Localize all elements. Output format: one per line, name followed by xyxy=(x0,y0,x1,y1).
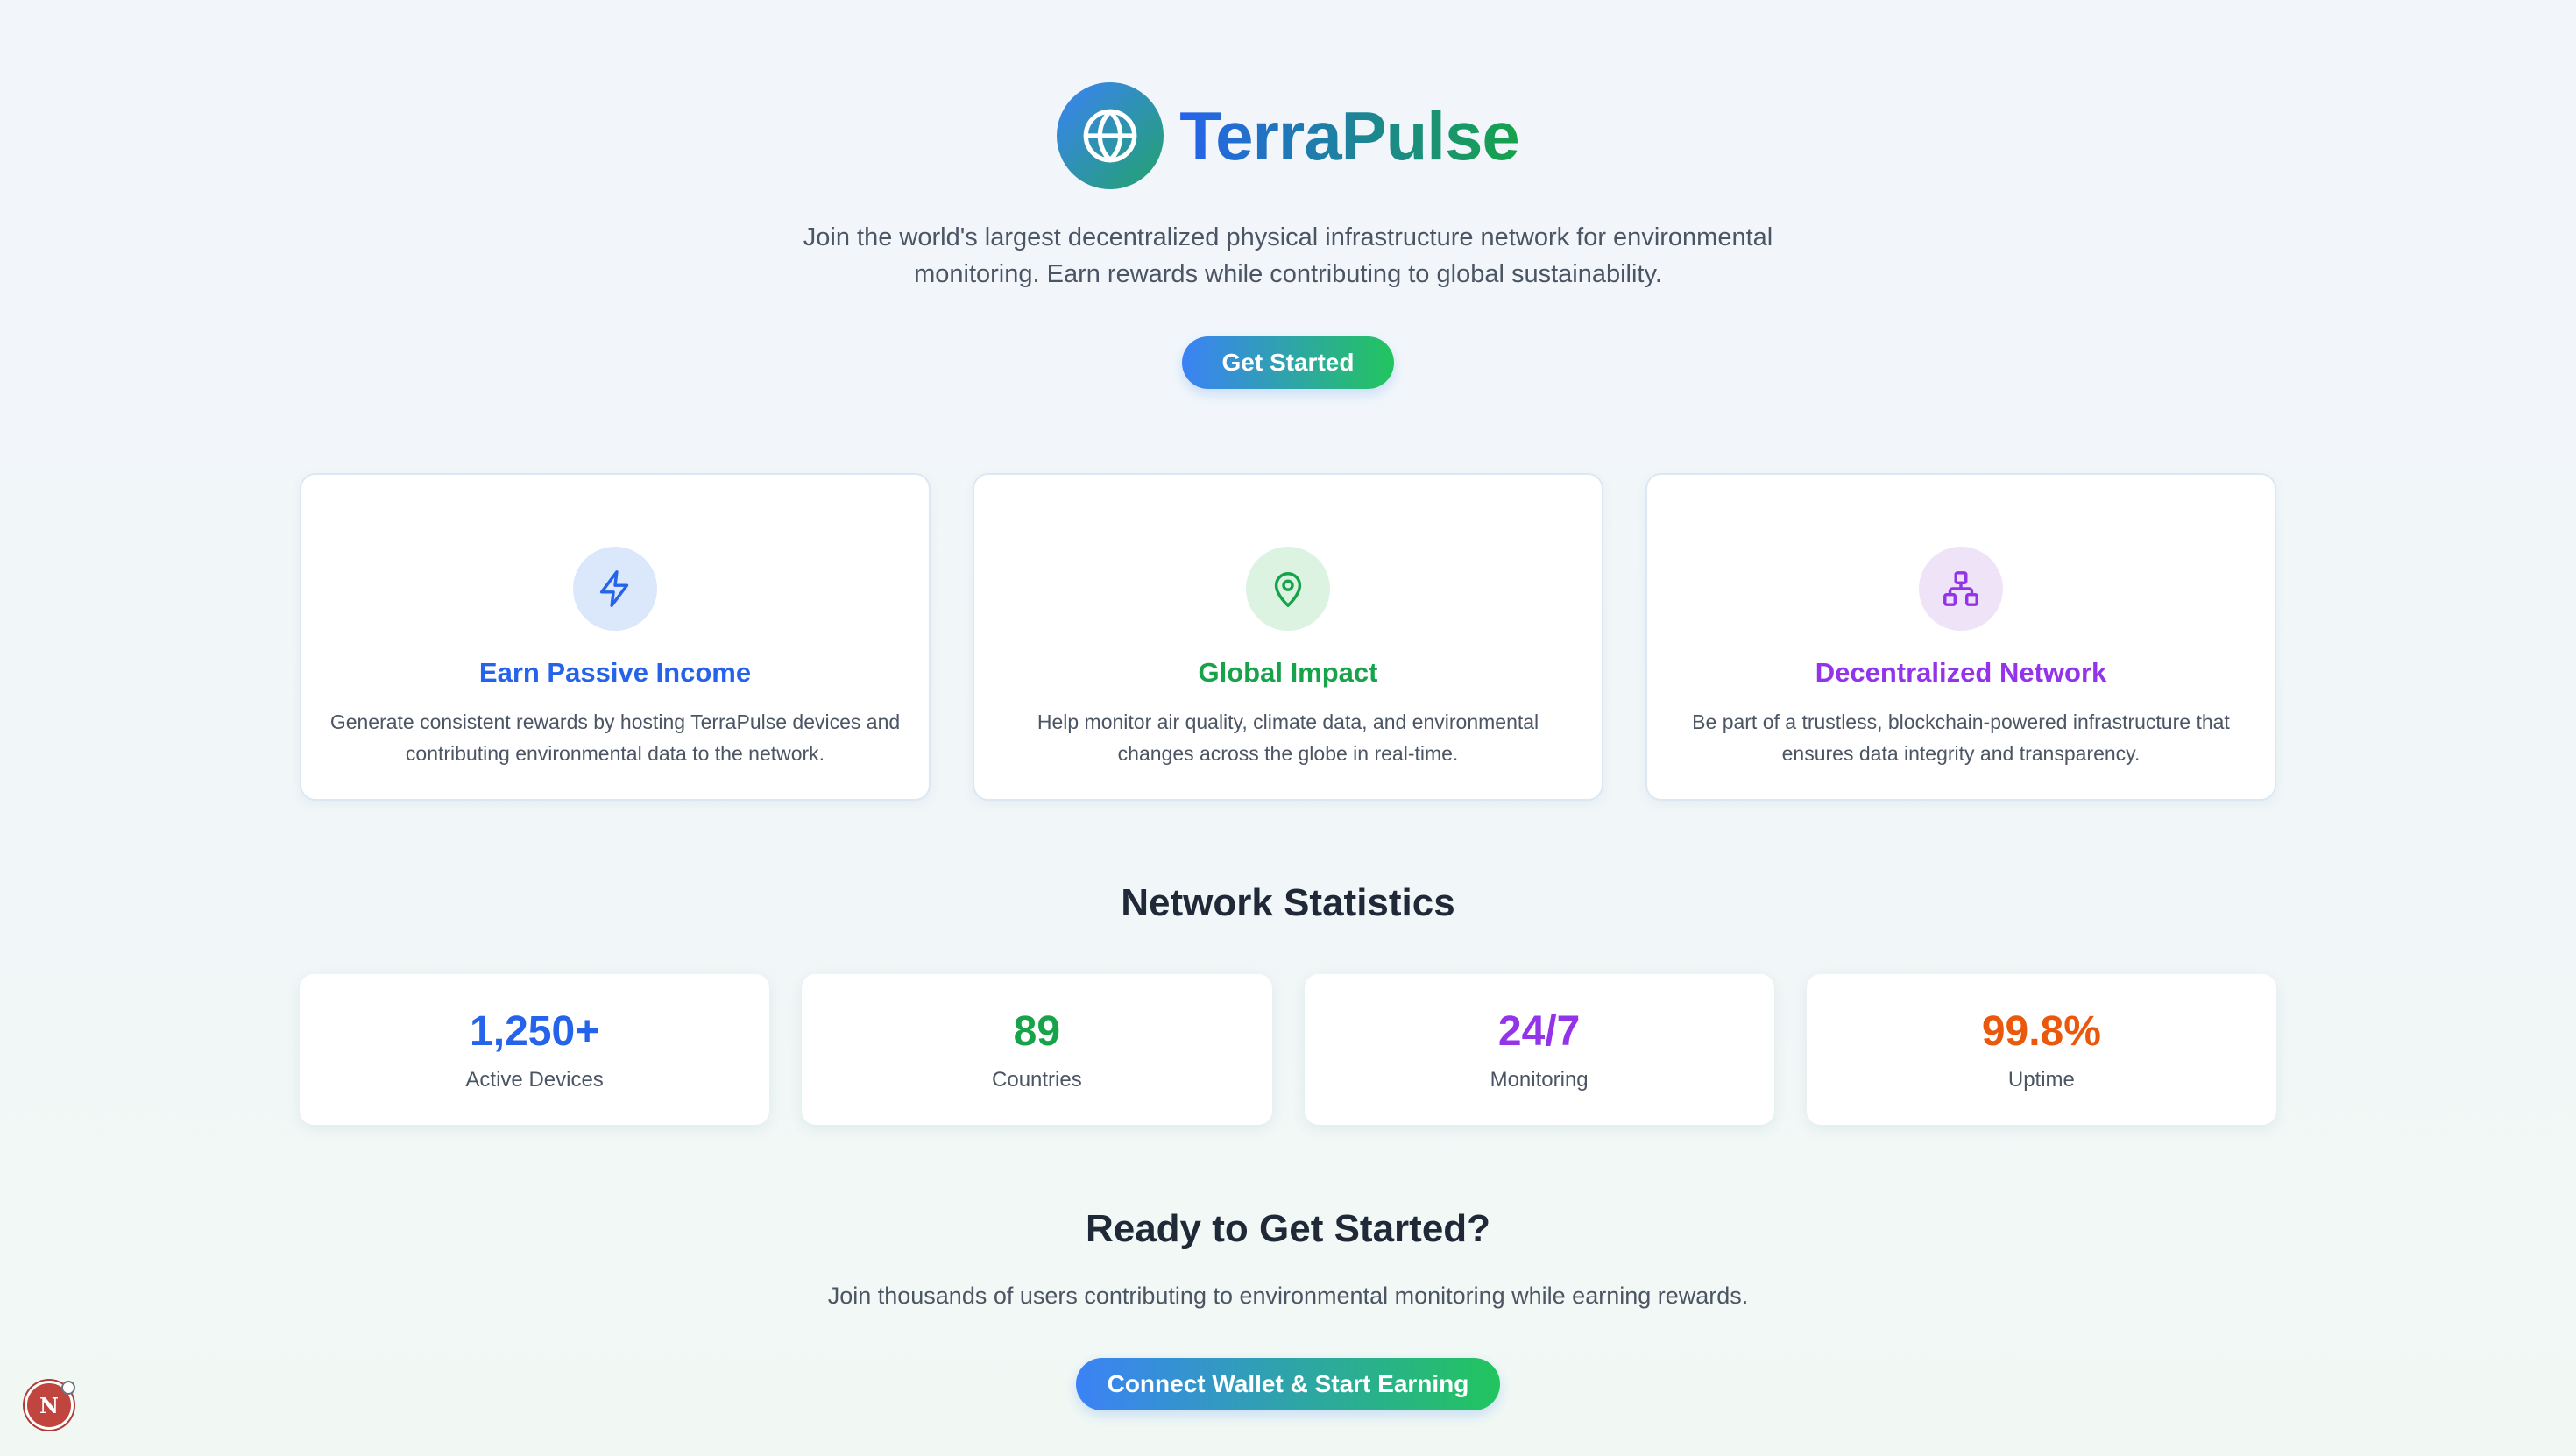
stat-card-monitoring: 24/7 Monitoring xyxy=(1304,974,1774,1125)
stat-value: 99.8% xyxy=(1981,1007,2101,1055)
connect-wallet-button[interactable]: Connect Wallet & Start Earning xyxy=(1076,1358,1500,1410)
feature-title: Global Impact xyxy=(1198,657,1378,688)
notification-dot-icon xyxy=(61,1381,75,1395)
map-pin-icon xyxy=(1246,547,1330,631)
brand-header: TerraPulse xyxy=(0,82,2576,189)
cta-title: Ready to Get Started? xyxy=(1085,1207,1491,1250)
feature-cards: Earn Passive Income Generate consistent … xyxy=(300,473,2276,801)
stat-value: 89 xyxy=(1013,1007,1061,1055)
feature-card-global-impact: Global Impact Help monitor air quality, … xyxy=(973,473,1603,801)
feature-description: Help monitor air quality, climate data, … xyxy=(1037,710,1539,765)
lightning-icon xyxy=(573,547,657,631)
globe-icon xyxy=(1057,82,1164,189)
feature-description: Generate consistent rewards by hosting T… xyxy=(329,710,901,765)
stat-value: 24/7 xyxy=(1497,1007,1581,1055)
stat-label: Active Devices xyxy=(465,1067,604,1092)
stat-card-active-devices: 1,250+ Active Devices xyxy=(300,974,770,1125)
feature-title: Earn Passive Income xyxy=(478,657,752,688)
feature-card-earn-passive-income: Earn Passive Income Generate consistent … xyxy=(300,473,931,801)
landing-page: TerraPulse Join the world's largest dece… xyxy=(0,0,2576,1456)
stat-card-uptime: 99.8% Uptime xyxy=(1806,974,2276,1125)
cta-description: Join thousands of users contributing to … xyxy=(827,1283,1749,1309)
hero-tagline: Join the world's largest decentralized p… xyxy=(803,223,1773,288)
network-icon xyxy=(1919,547,2003,631)
brand-name: TerraPulse xyxy=(1179,96,1519,174)
stat-value: 1,250+ xyxy=(470,1007,600,1055)
feature-description: Be part of a trustless, blockchain-power… xyxy=(1692,710,2230,765)
stat-card-countries: 89 Countries xyxy=(802,974,1272,1125)
stat-label: Uptime xyxy=(2007,1067,2075,1092)
stat-label: Countries xyxy=(992,1067,1082,1092)
feature-card-decentralized-network: Decentralized Network Be part of a trust… xyxy=(1645,473,2276,801)
get-started-button[interactable]: Get Started xyxy=(1182,336,1394,389)
feature-title: Decentralized Network xyxy=(1815,657,2107,688)
stat-label: Monitoring xyxy=(1490,1067,1589,1092)
stats-section-title: Network Statistics xyxy=(1121,881,1455,924)
stats-grid: 1,250+ Active Devices 89 Countries 24/7 … xyxy=(300,974,2276,1125)
